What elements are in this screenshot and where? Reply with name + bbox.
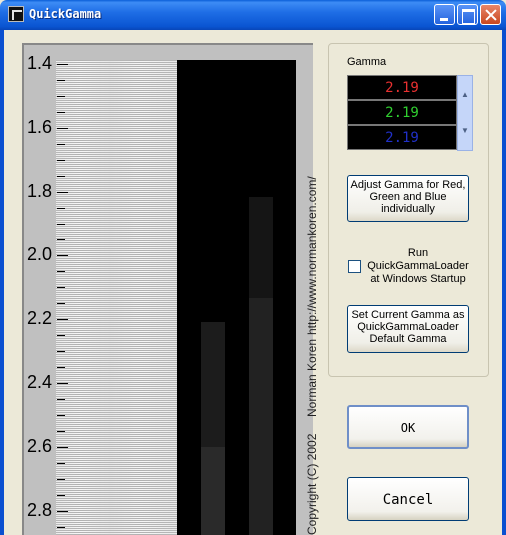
scale-minor-tick (57, 430, 65, 432)
scale-major-tick (57, 319, 68, 321)
scale-label: 2.6 (27, 435, 53, 456)
green-gamma-value[interactable]: 2.19 (347, 100, 457, 125)
gamma-spin-scrollbar[interactable]: ▲ ▼ (457, 75, 473, 151)
scale-label: 2.2 (27, 308, 53, 329)
run-at-startup-label: Run QuickGammaLoader at Windows Startup (367, 247, 469, 285)
dark-bar-1-lower (201, 447, 225, 535)
credit-url: http://www.normankoren.com/ (305, 176, 319, 335)
scale-major-tick (57, 64, 68, 65)
scale-minor-tick (57, 239, 65, 241)
scale-minor-tick (57, 335, 65, 337)
scale-minor-tick (57, 478, 65, 480)
scale-label: 1.8 (27, 180, 53, 201)
scale-minor-tick (57, 351, 65, 353)
scale-label: 1.4 (27, 53, 53, 73)
scale-minor-tick (57, 175, 65, 177)
red-gamma-value[interactable]: 2.19 (347, 75, 457, 100)
scale-minor-tick (57, 367, 65, 369)
blue-gamma-value[interactable]: 2.19 (347, 125, 457, 150)
adjust-rgb-gamma-button[interactable]: Adjust Gamma for Red, Green and Blue ind… (347, 175, 469, 222)
scale-minor-tick (57, 95, 65, 97)
scale-minor-tick (57, 414, 65, 416)
scale-minor-tick (57, 494, 65, 496)
ok-button[interactable]: OK (347, 405, 469, 449)
scale-major-tick (57, 446, 68, 448)
scroll-up-icon[interactable]: ▲ (461, 90, 469, 99)
dark-bar-2-lower (249, 298, 273, 535)
scale-minor-tick (57, 303, 65, 305)
scale-minor-tick (57, 462, 65, 464)
gamma-stripe-pattern (56, 60, 177, 535)
credit-copyright: Copyright (C) 2002 (305, 433, 319, 535)
scale-minor-tick (57, 207, 65, 209)
scale-minor-tick (57, 287, 65, 289)
maximize-button[interactable] (457, 4, 478, 25)
scale-minor-tick (57, 159, 65, 161)
gamma-label: Gamma (347, 56, 387, 68)
scale-major-tick (57, 191, 68, 193)
window-frame-right (502, 30, 506, 535)
window-title: QuickGamma (29, 7, 102, 21)
app-icon[interactable] (8, 6, 24, 22)
scale-minor-tick (57, 79, 65, 81)
close-button[interactable] (480, 4, 501, 25)
cancel-button[interactable]: Cancel (347, 477, 469, 521)
scale-minor-tick (57, 271, 65, 273)
scale-label: 2.0 (27, 244, 53, 265)
scale-major-tick (57, 383, 68, 384)
title-bar[interactable]: QuickGamma (0, 0, 506, 30)
credit-author: Norman Koren (305, 338, 319, 417)
scale-minor-tick (57, 398, 65, 400)
scale-major-tick (57, 255, 68, 257)
scale-label: 2.4 (27, 372, 53, 392)
chart-credit-text: Copyright (C) 2002 Norman Koren http://w… (305, 115, 321, 535)
scale-minor-tick (57, 111, 65, 113)
scale-minor-tick (57, 223, 65, 225)
scale-major-tick (57, 127, 68, 129)
minimize-button[interactable] (434, 4, 455, 25)
run-at-startup-checkbox[interactable] (348, 260, 361, 273)
window-frame-left (0, 30, 4, 535)
gamma-test-chart: 1.4 1.6 1.8 2.0 2.2 2.4 2.6 2.8 Copyright (C) 2… (22, 43, 319, 535)
scale-label: 1.6 (27, 116, 53, 137)
black-level-pattern (177, 60, 296, 535)
scale-label: 2.8 (27, 499, 53, 520)
set-default-gamma-button[interactable]: Set Current Gamma as QuickGammaLoader De… (347, 305, 469, 353)
scroll-down-icon[interactable]: ▼ (461, 126, 469, 135)
scale-minor-tick (57, 526, 65, 528)
scale-minor-tick (57, 143, 65, 145)
scale-major-tick (57, 510, 68, 512)
